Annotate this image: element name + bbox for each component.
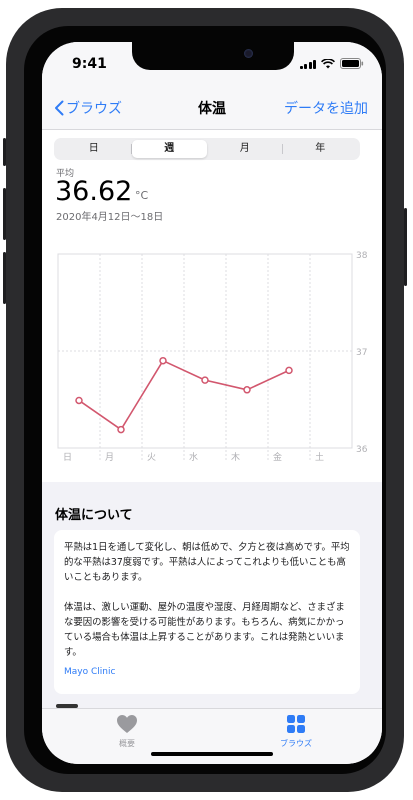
y-tick-label: 38	[356, 251, 368, 261]
mute-switch	[3, 138, 6, 166]
status-icons	[299, 58, 365, 69]
notch	[132, 42, 294, 70]
volume-down-button	[3, 252, 6, 304]
average-value: 36.62	[55, 176, 133, 207]
data-point	[243, 386, 251, 394]
segment-week[interactable]: 週	[131, 140, 207, 158]
camera-icon	[244, 49, 253, 58]
data-point	[201, 376, 209, 384]
x-tick-label: 日	[63, 452, 72, 463]
date-range: 2020年4月12日～18日	[56, 212, 164, 223]
about-title: 体温について	[55, 508, 133, 523]
main-content: 日 週 月 年 平均 36.62 °C 2020年4月12日～18日 38 37 3…	[42, 130, 382, 708]
about-section: 体温について 平熱は1日を通して変化し、朝は低めで、夕方と夜は高めです。平均的な…	[42, 482, 382, 708]
y-tick-label: 36	[356, 445, 368, 455]
x-tick-label: 土	[315, 451, 324, 463]
segment-day[interactable]: 日	[56, 140, 132, 158]
about-paragraph-1: 平熱は1日を通して変化し、朝は低めで、夕方と夜は高めです。平均的な平熱は37度弱…	[64, 542, 350, 583]
segment-year[interactable]: 年	[283, 140, 359, 158]
screen: 9:41 ブラウズ 体温 データを追加 日 週 月 年 平均 36.62 °C …	[42, 42, 382, 764]
period-segmented-control: 日 週 月 年	[54, 138, 360, 160]
data-point	[159, 356, 167, 365]
status-time: 9:41	[72, 56, 107, 72]
average-unit: °C	[135, 189, 149, 202]
grid-icon	[287, 715, 305, 733]
add-data-button[interactable]: データを追加	[284, 98, 368, 118]
data-point	[75, 396, 83, 405]
side-button	[404, 208, 407, 286]
tab-summary[interactable]: 概要	[97, 714, 157, 749]
volume-up-button	[3, 188, 6, 240]
wifi-icon	[321, 58, 335, 68]
cellular-signal-icon	[299, 59, 316, 69]
y-tick-label: 37	[356, 348, 367, 358]
x-tick-label: 月	[105, 452, 114, 463]
x-tick-label: 金	[273, 451, 282, 463]
battery-icon	[340, 58, 364, 69]
temperature-chart[interactable]: 38 37 36 日 月 火 水 木 金 土	[42, 226, 382, 482]
x-tick-label: 木	[231, 451, 240, 463]
tab-browse[interactable]: ブラウズ	[266, 714, 326, 749]
x-tick-label: 火	[147, 452, 156, 463]
tab-browse-label: ブラウズ	[280, 739, 312, 748]
navigation-bar: ブラウズ 体温 データを追加	[42, 86, 382, 130]
about-paragraph-2: 体温は、激しい運動、屋外の温度や湿度、月経周期など、さまざまな要因の影響を受ける…	[64, 602, 345, 658]
source-link[interactable]: Mayo Clinic	[64, 667, 350, 677]
about-card: 平熱は1日を通して変化し、朝は低めで、夕方と夜は高めです。平均的な平熱は37度弱…	[54, 530, 360, 694]
x-tick-label: 水	[189, 451, 198, 463]
segment-month[interactable]: 月	[207, 140, 283, 158]
heart-icon	[117, 715, 137, 733]
home-indicator	[151, 752, 273, 756]
data-point	[117, 425, 125, 434]
phone-frame: 9:41 ブラウズ 体温 データを追加 日 週 月 年 平均 36.62 °C …	[3, 8, 407, 792]
tab-summary-label: 概要	[119, 739, 135, 748]
data-point	[285, 366, 293, 375]
